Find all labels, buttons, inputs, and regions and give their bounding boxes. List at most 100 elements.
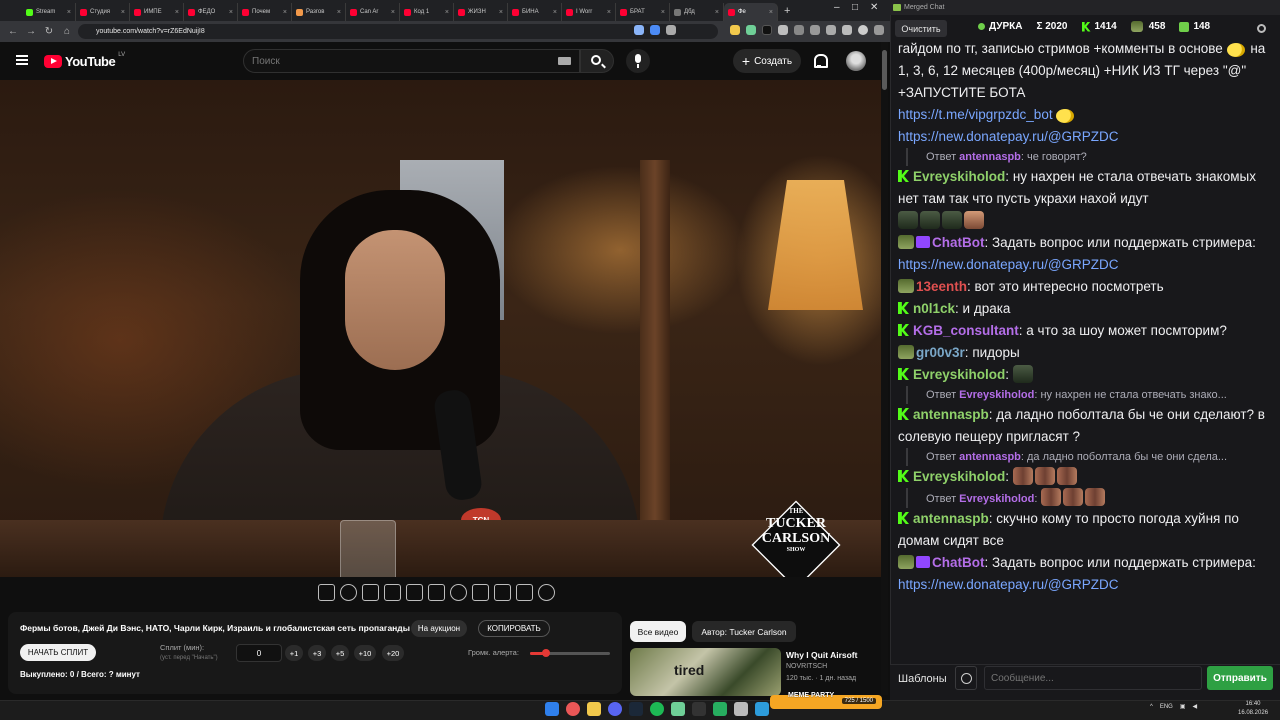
close-window-icon[interactable]: ✕ xyxy=(870,2,878,13)
loop-icon[interactable] xyxy=(318,584,335,601)
browser-tab[interactable]: ЖИЗН × xyxy=(454,3,508,21)
bookmark-icon[interactable] xyxy=(666,25,676,35)
start-split-button[interactable]: НАЧАТЬ СПЛИТ xyxy=(20,644,96,661)
keyboard-icon[interactable] xyxy=(558,57,571,65)
gear-icon[interactable] xyxy=(1257,24,1266,33)
chat-username[interactable]: antennaspb xyxy=(913,407,989,422)
new-tab-icon[interactable]: + xyxy=(784,5,790,17)
settings-gear-icon[interactable] xyxy=(538,584,555,601)
tab-close-icon[interactable]: × xyxy=(607,9,611,16)
browser-tab[interactable]: Can Ar × xyxy=(346,3,400,21)
video-player[interactable]: TCN THE TUCKER CARLSON SHOW xyxy=(0,80,885,577)
spotify-icon[interactable] xyxy=(650,702,664,716)
reply-username[interactable]: antennaspb xyxy=(959,451,1021,463)
chrome-icon[interactable] xyxy=(566,702,580,716)
split-step-button[interactable]: +1 xyxy=(285,645,303,661)
related-video-channel[interactable]: NOVRITSCH xyxy=(786,663,827,670)
tab-close-icon[interactable]: × xyxy=(445,9,449,16)
tab-close-icon[interactable]: × xyxy=(769,9,773,16)
split-step-button[interactable]: +5 xyxy=(331,645,349,661)
chat-username[interactable]: Evreyskiholod xyxy=(913,367,1005,382)
chat-username[interactable]: n0l1ck xyxy=(913,301,955,316)
tab-close-icon[interactable]: × xyxy=(499,9,503,16)
browser-tab[interactable]: Stream × xyxy=(22,3,76,21)
chat-username[interactable]: Evreyskiholod xyxy=(913,169,1005,184)
add-icon[interactable] xyxy=(472,584,489,601)
tab-close-icon[interactable]: × xyxy=(661,9,665,16)
folder-icon[interactable] xyxy=(587,702,601,716)
browser-tab[interactable]: БИНА × xyxy=(508,3,562,21)
browser-tab[interactable]: БРАТ × xyxy=(616,3,670,21)
chat-link[interactable]: https://new.donatepay.ru/@GRPZDC xyxy=(898,129,1119,144)
camera-icon[interactable] xyxy=(494,584,511,601)
browser-tab[interactable]: Почем × xyxy=(238,3,292,21)
pip-icon[interactable] xyxy=(406,584,423,601)
sidebar-icon[interactable] xyxy=(842,25,852,35)
tab-close-icon[interactable]: × xyxy=(715,9,719,16)
browser-tab[interactable]: Код 1 × xyxy=(400,3,454,21)
related-video-title[interactable]: Why I Quit Airsoft xyxy=(786,650,857,660)
split-step-button[interactable]: +3 xyxy=(308,645,326,661)
copy-button[interactable]: КОПИРОВАТЬ xyxy=(478,620,550,637)
chat-username[interactable]: gr00v3r xyxy=(916,345,965,360)
reload-icon[interactable]: ↻ xyxy=(44,26,54,37)
notifications-icon[interactable] xyxy=(812,53,828,68)
network-icon[interactable]: ▣ xyxy=(1180,703,1186,710)
browser-tab[interactable]: Студия × xyxy=(76,3,130,21)
maximize-icon[interactable]: □ xyxy=(852,2,858,13)
chip-all-videos[interactable]: Все видео xyxy=(630,621,686,642)
tab-close-icon[interactable]: × xyxy=(67,9,71,16)
chat-username[interactable]: ChatBot xyxy=(932,555,985,570)
audio-icon[interactable] xyxy=(340,584,357,601)
search-input[interactable] xyxy=(252,53,552,69)
youtube-logo[interactable]: YouTube LV xyxy=(44,52,125,69)
url-field[interactable]: youtube.com/watch?v=rZ6EdNuijI8 xyxy=(78,24,718,39)
extension-icon[interactable] xyxy=(730,25,740,35)
film-icon[interactable] xyxy=(428,584,445,601)
split-step-button[interactable]: +20 xyxy=(382,645,404,661)
templates-button[interactable]: Шаблоны xyxy=(898,673,947,685)
app-icon[interactable] xyxy=(734,702,748,716)
chevron-up-icon[interactable]: ^ xyxy=(1150,704,1153,710)
voice-search-button[interactable] xyxy=(626,49,650,73)
browser-tab[interactable]: Разгов × xyxy=(292,3,346,21)
chat-username[interactable]: antennaspb xyxy=(913,511,989,526)
send-button[interactable]: Отправить xyxy=(1207,666,1273,690)
back-icon[interactable]: ← xyxy=(8,26,18,37)
reply-username[interactable]: Evreyskiholod xyxy=(959,493,1034,505)
downloads-icon[interactable] xyxy=(810,25,820,35)
zoom-icon[interactable] xyxy=(634,25,644,35)
tab-close-icon[interactable]: × xyxy=(337,9,341,16)
tab-close-icon[interactable]: × xyxy=(391,9,395,16)
tab-close-icon[interactable]: × xyxy=(229,9,233,16)
translate-icon[interactable] xyxy=(650,25,660,35)
tab-close-icon[interactable]: × xyxy=(553,9,557,16)
chat-link[interactable]: https://t.me/vipgrpzdc_bot xyxy=(898,107,1053,122)
home-icon[interactable]: ⌂ xyxy=(62,26,72,37)
search-button[interactable] xyxy=(580,49,614,73)
auction-button[interactable]: На аукцион xyxy=(411,620,467,637)
extension-icon[interactable] xyxy=(762,25,772,35)
extension-icon[interactable] xyxy=(794,25,804,35)
create-button[interactable]: + Создать xyxy=(733,49,801,73)
menu-dots-icon[interactable] xyxy=(874,25,884,35)
chat-username[interactable]: ChatBot xyxy=(932,235,985,250)
forward-icon[interactable]: → xyxy=(26,26,36,37)
chat-username[interactable]: Evreyskiholod xyxy=(913,469,1005,484)
avatar[interactable] xyxy=(846,51,866,71)
page-scrollbar-thumb[interactable] xyxy=(882,50,887,90)
emoji-icon[interactable] xyxy=(955,666,977,690)
chat-username[interactable]: 13eenth xyxy=(916,279,967,294)
browser-tab[interactable]: ИМПЕ × xyxy=(130,3,184,21)
reply-username[interactable]: antennaspb xyxy=(959,151,1021,163)
clapper-icon[interactable] xyxy=(384,584,401,601)
discord-icon[interactable] xyxy=(608,702,622,716)
reply-username[interactable]: Evreyskiholod xyxy=(959,389,1034,401)
split-step-button[interactable]: +10 xyxy=(354,645,376,661)
telegram-icon[interactable] xyxy=(755,702,769,716)
page-scrollbar[interactable] xyxy=(881,42,888,695)
chip-author[interactable]: Автор: Tucker Carlson xyxy=(692,621,796,642)
chat-link[interactable]: https://new.donatepay.ru/@GRPZDC xyxy=(898,577,1119,592)
browser-tab[interactable]: ФЕДО × xyxy=(184,3,238,21)
split-minutes-input[interactable] xyxy=(236,644,282,662)
